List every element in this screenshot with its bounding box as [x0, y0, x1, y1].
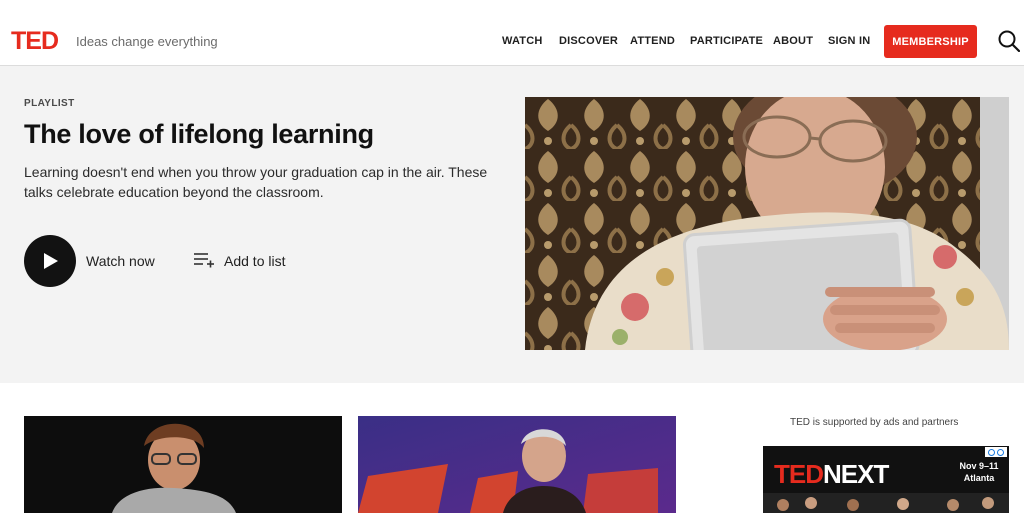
playlist-description: Learning doesn't end when you throw your…	[24, 164, 488, 200]
watch-now-link[interactable]: Watch now	[86, 253, 155, 269]
advertisement-banner[interactable]: TEDNEXT Nov 9–11 Atlanta	[763, 446, 1009, 513]
add-to-list-link[interactable]: Add to list	[224, 253, 285, 269]
nav-attend[interactable]: ATTEND	[630, 35, 675, 48]
search-icon[interactable]	[998, 30, 1020, 52]
play-icon	[44, 253, 58, 269]
talk-card-1[interactable]	[24, 416, 342, 513]
ted-logo[interactable]: TED	[11, 27, 59, 55]
ad-date-line: Nov 9–11	[959, 461, 999, 471]
site-header: TED Ideas change everything WATCH DISCOV…	[0, 0, 1024, 66]
tednext-logo: TEDNEXT	[774, 459, 889, 489]
nav-about[interactable]: ABOUT	[773, 35, 813, 48]
nav-watch[interactable]: WATCH	[502, 35, 543, 48]
ad-location-line: Atlanta	[963, 473, 995, 483]
membership-button[interactable]: MEMBERSHIP	[884, 25, 977, 58]
playlist-eyebrow: PLAYLIST	[24, 98, 75, 109]
ad-event-date: Nov 9–11 Atlanta	[955, 460, 1003, 484]
ad-brand-ted: TED	[774, 459, 824, 489]
talk-thumbnail-2	[358, 416, 676, 513]
play-button[interactable]	[24, 235, 76, 287]
hero-image-illustration	[525, 97, 1009, 350]
nav-sign-in[interactable]: SIGN IN	[828, 35, 870, 48]
page-title: The love of lifelong learning	[24, 119, 374, 149]
ad-disclosure: TED is supported by ads and partners	[790, 417, 959, 428]
ad-brand-next: NEXT	[823, 459, 889, 489]
tagline: Ideas change everything	[76, 34, 218, 49]
nav-participate[interactable]: PARTICIPATE	[690, 35, 763, 48]
talk-thumbnail-1	[24, 416, 342, 513]
talk-card-2[interactable]	[358, 416, 676, 513]
nav-discover[interactable]: DISCOVER	[559, 35, 618, 48]
ad-crowd-image	[763, 493, 1009, 513]
adchoices-icon[interactable]	[985, 447, 1007, 457]
add-to-list-icon[interactable]	[193, 252, 215, 269]
hero-image	[525, 97, 1009, 350]
